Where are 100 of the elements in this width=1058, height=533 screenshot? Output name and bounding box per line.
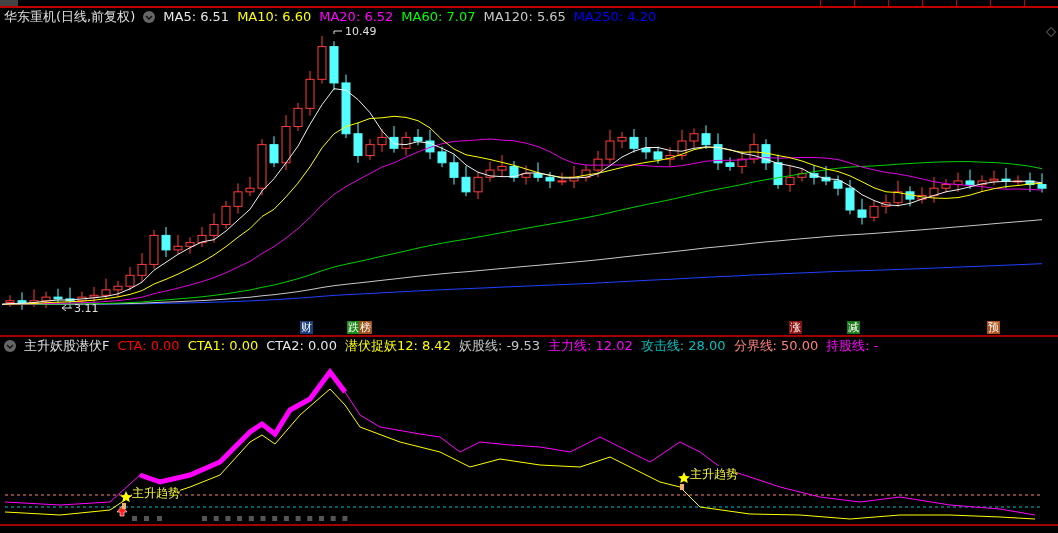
candle bbox=[437, 145, 447, 168]
candle bbox=[53, 288, 63, 304]
candle bbox=[773, 153, 783, 190]
event-marker[interactable]: 减 bbox=[847, 321, 860, 334]
candle bbox=[641, 136, 651, 160]
ma-legend-value: MA250: 4.20 bbox=[573, 9, 657, 24]
candle bbox=[461, 165, 471, 197]
candle bbox=[317, 35, 327, 85]
signal-label: 主升趋势 bbox=[690, 466, 738, 483]
candle bbox=[989, 170, 999, 186]
candle bbox=[29, 289, 39, 308]
candle bbox=[17, 291, 27, 311]
candle bbox=[245, 176, 255, 197]
ma-legend-value: MA60: 7.07 bbox=[401, 9, 476, 24]
ma-legend-value: MA10: 6.60 bbox=[237, 9, 312, 24]
event-marker[interactable]: 涨 bbox=[789, 321, 802, 334]
candle bbox=[365, 138, 375, 161]
candle bbox=[497, 154, 507, 178]
candle bbox=[557, 172, 567, 186]
signal-label: 主升趋势 bbox=[132, 485, 180, 502]
price-leader-line bbox=[333, 30, 343, 35]
candle bbox=[521, 164, 531, 186]
indicator-value: 持股线: - bbox=[826, 336, 879, 355]
candle bbox=[125, 266, 135, 292]
candle bbox=[353, 122, 363, 164]
candle bbox=[401, 131, 411, 157]
candle bbox=[413, 128, 423, 146]
candle bbox=[809, 164, 819, 186]
candle bbox=[5, 294, 15, 308]
candle bbox=[677, 129, 687, 161]
candle bbox=[749, 132, 759, 164]
price-label: 3.11 bbox=[74, 302, 99, 315]
indicator-value: 妖股线: -9.53 bbox=[458, 336, 541, 355]
candle bbox=[761, 138, 771, 171]
event-marker[interactable]: 财 bbox=[300, 321, 313, 334]
indicator-value: 潜伏捉妖12: 8.42 bbox=[344, 336, 451, 355]
candle bbox=[233, 183, 243, 215]
candle bbox=[917, 186, 927, 204]
candle bbox=[1013, 175, 1023, 186]
candle bbox=[569, 165, 579, 189]
candle bbox=[137, 252, 147, 284]
stock-title: 华东重机(日线,前复权) bbox=[4, 7, 136, 26]
candle bbox=[389, 125, 399, 154]
candle bbox=[605, 129, 615, 164]
candle bbox=[41, 291, 51, 309]
arrow-left-icon bbox=[61, 304, 73, 312]
candle bbox=[581, 164, 591, 183]
candle bbox=[869, 200, 879, 223]
candle bbox=[257, 138, 267, 196]
candle bbox=[473, 171, 483, 200]
candle bbox=[941, 178, 951, 194]
candle bbox=[101, 278, 111, 301]
candle bbox=[89, 286, 99, 305]
candle bbox=[329, 40, 339, 91]
chevron-down-icon[interactable] bbox=[4, 339, 16, 352]
chevron-down-icon[interactable] bbox=[143, 10, 156, 23]
candle bbox=[533, 161, 543, 183]
candle bbox=[785, 165, 795, 193]
candle bbox=[341, 74, 351, 139]
candle bbox=[221, 200, 231, 230]
candle bbox=[701, 124, 711, 150]
candle bbox=[737, 150, 747, 175]
candle bbox=[185, 236, 195, 255]
candle bbox=[1001, 167, 1011, 189]
ma-legend-value: MA5: 6.51 bbox=[163, 9, 230, 24]
indicator-value: CTA1: 0.00 bbox=[187, 338, 259, 353]
star-icon bbox=[120, 491, 132, 502]
event-marker[interactable]: 预 bbox=[987, 321, 1000, 334]
candle bbox=[833, 175, 843, 196]
candle bbox=[545, 171, 555, 189]
candle bbox=[725, 156, 735, 172]
indicator-value: 分界线: 50.00 bbox=[733, 336, 819, 355]
candle bbox=[689, 127, 699, 149]
candle bbox=[509, 160, 519, 183]
candle bbox=[617, 131, 627, 149]
candle bbox=[305, 70, 315, 117]
candle bbox=[881, 193, 891, 215]
candle bbox=[149, 229, 159, 270]
candle bbox=[965, 169, 975, 190]
candle bbox=[1037, 172, 1047, 194]
candle bbox=[593, 150, 603, 178]
candle bbox=[65, 287, 75, 309]
candle bbox=[977, 175, 987, 193]
candle bbox=[857, 198, 867, 225]
candle bbox=[485, 161, 495, 183]
candle bbox=[425, 129, 435, 160]
candle bbox=[905, 185, 915, 207]
candle bbox=[797, 167, 807, 183]
candle bbox=[377, 128, 387, 153]
candle bbox=[713, 132, 723, 171]
candle bbox=[629, 128, 639, 154]
indicator-title: 主升妖股潜伏F bbox=[24, 336, 110, 355]
event-marker[interactable]: 榜 bbox=[359, 321, 372, 334]
candle bbox=[953, 172, 963, 193]
candle bbox=[845, 179, 855, 215]
ma-legend-value: MA120: 5.65 bbox=[483, 9, 566, 24]
indicator-value: CTA2: 0.00 bbox=[266, 338, 337, 353]
candle bbox=[293, 102, 303, 132]
candle bbox=[449, 153, 459, 186]
candle bbox=[161, 226, 171, 258]
